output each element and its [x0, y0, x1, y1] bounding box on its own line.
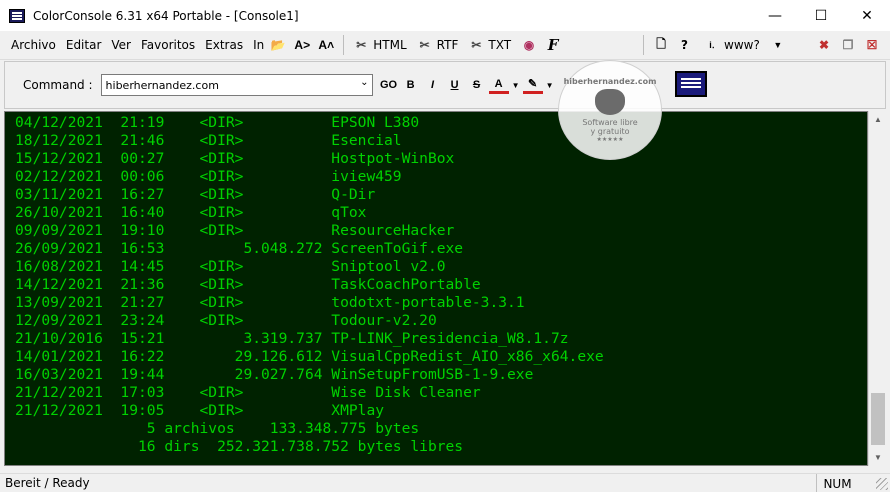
console-line: 02/12/2021 00:06 <DIR> iview459 [15, 168, 402, 185]
title-bar: ColorConsole 6.31 x64 Portable - [Consol… [0, 0, 890, 31]
menu-favoritos[interactable]: Favoritos [136, 38, 200, 52]
font-increase-icon[interactable]: A˃ [292, 34, 312, 56]
strikethrough-icon[interactable]: S [467, 74, 487, 96]
command-input-value: hiberhernandez.com [105, 78, 219, 92]
restore-console-icon[interactable]: ❐ [838, 34, 858, 56]
status-text: Bereit / Ready [5, 476, 90, 490]
internet-icon[interactable]: i․ [702, 34, 722, 56]
open-folder-icon[interactable]: 📂 [268, 34, 288, 56]
console-line: 21/12/2021 17:03 <DIR> Wise Disk Cleaner [15, 384, 481, 401]
close-console-icon[interactable]: ✖ [814, 34, 834, 56]
font-icon[interactable]: F [543, 34, 563, 56]
status-bar: Bereit / Ready NUM [0, 473, 890, 492]
num-lock-indicator: NUM [816, 474, 858, 492]
new-document-icon[interactable]: 🗋 [651, 34, 671, 56]
console-line: 14/01/2021 16:22 29.126.612 VisualCppRed… [15, 348, 604, 365]
command-input[interactable]: hiberhernandez.com ⌄ [100, 74, 373, 96]
rtf-export-icon[interactable]: ✂ [415, 34, 435, 56]
console-line: 26/10/2021 16:40 <DIR> qTox [15, 204, 367, 221]
console-line: 12/09/2021 23:24 <DIR> Todour-v2.20 [15, 312, 437, 329]
txt-export-icon[interactable]: ✂ [466, 34, 486, 56]
www-help-button[interactable]: www? [724, 38, 760, 52]
menu-truncated[interactable]: In [248, 38, 266, 52]
toolbar-separator [343, 35, 345, 55]
watermark-tagline-1: Software libre [582, 118, 638, 127]
console-line: 13/09/2021 21:27 <DIR> todotxt-portable-… [15, 294, 525, 311]
chevron-down-icon[interactable]: ⌄ [360, 77, 368, 88]
highlight-color-icon[interactable]: ✎ [522, 76, 543, 94]
underline-icon[interactable]: U [445, 74, 465, 96]
resize-grip-icon[interactable] [876, 478, 888, 490]
console-screen-icon[interactable] [675, 71, 707, 97]
txt-export-button[interactable]: TXT [488, 38, 511, 52]
console-line: 14/12/2021 21:36 <DIR> TaskCoachPortable [15, 276, 481, 293]
rtf-export-button[interactable]: RTF [437, 38, 459, 52]
console-line: 16/03/2021 19:44 29.027.764 WinSetupFrom… [15, 366, 534, 383]
console-line: 09/09/2021 19:10 <DIR> ResourceHacker [15, 222, 455, 239]
menu-bar: Archivo Editar Ver Favoritos Extras In 📂… [0, 31, 890, 60]
watermark-stars: ★★★★★ [596, 136, 624, 143]
scroll-thumb[interactable] [871, 393, 885, 445]
watermark-tagline-2: y gratuito [590, 127, 630, 136]
console-line: 15/12/2021 00:27 <DIR> Hostpot-WinBox [15, 150, 455, 167]
window-title: ColorConsole 6.31 x64 Portable - [Consol… [33, 8, 299, 23]
console-line: 26/09/2021 16:53 5.048.272 ScreenToGif.e… [15, 240, 464, 257]
console-summary-dirs: 16 dirs 252.321.738.752 bytes libres [15, 438, 464, 455]
dropdown-arrow-icon[interactable]: ▼ [768, 34, 788, 56]
help-button[interactable]: ? [681, 38, 688, 52]
watermark-logo: hiberhernandez.com Software libre y grat… [558, 60, 662, 160]
console-line: 04/12/2021 21:19 <DIR> EPSON L380 [15, 114, 420, 131]
menu-ver[interactable]: Ver [106, 38, 136, 52]
menu-archivo[interactable]: Archivo [6, 38, 61, 52]
console-line: 21/12/2021 19:05 <DIR> XMPlay [15, 402, 385, 419]
close-button[interactable]: ✕ [844, 0, 890, 31]
menu-editar[interactable]: Editar [61, 38, 107, 52]
scroll-up-icon[interactable]: ▲ [869, 111, 887, 128]
dog-logo-icon [595, 89, 625, 115]
close-window-icon[interactable]: ☒ [862, 34, 882, 56]
console-summary-files: 5 archivos 133.348.775 bytes [15, 420, 420, 437]
highlight-dropdown-icon[interactable]: ▼ [545, 74, 555, 96]
watermark-site: hiberhernandez.com [563, 77, 657, 86]
italic-icon[interactable]: I [423, 74, 443, 96]
menu-extras[interactable]: Extras [200, 38, 248, 52]
console-line: 21/10/2016 15:21 3.319.737 TP-LINK_Presi… [15, 330, 569, 347]
console-line: 18/12/2021 21:46 <DIR> Esencial [15, 132, 402, 149]
scroll-down-icon[interactable]: ▼ [869, 449, 887, 466]
console-output[interactable]: 04/12/2021 21:19 <DIR> EPSON L380 18/12/… [4, 111, 868, 466]
html-export-button[interactable]: HTML [373, 38, 406, 52]
app-console-icon[interactable] [9, 8, 25, 23]
color-palette-icon[interactable]: ◉ [519, 34, 539, 56]
html-export-icon[interactable]: ✂ [351, 34, 371, 56]
vertical-scrollbar[interactable]: ▲ ▼ [868, 111, 886, 466]
go-icon[interactable]: GO [379, 74, 399, 96]
bold-icon[interactable]: B [401, 74, 421, 96]
font-color-dropdown-icon[interactable]: ▼ [511, 74, 521, 96]
app-window: ColorConsole 6.31 x64 Portable - [Consol… [0, 0, 890, 492]
command-bar: Command : hiberhernandez.com ⌄ GO B I U … [4, 61, 886, 109]
font-color-icon[interactable]: A [488, 76, 509, 94]
window-controls: — ☐ ✕ [752, 0, 890, 31]
maximize-button[interactable]: ☐ [798, 0, 844, 31]
font-decrease-icon[interactable]: A˄ [316, 34, 336, 56]
console-line: 16/08/2021 14:45 <DIR> Sniptool v2.0 [15, 258, 446, 275]
minimize-button[interactable]: — [752, 0, 798, 31]
toolbar-separator [643, 35, 645, 55]
command-label: Command : [23, 78, 93, 92]
console-line: 03/11/2021 16:27 <DIR> Q-Dir [15, 186, 376, 203]
